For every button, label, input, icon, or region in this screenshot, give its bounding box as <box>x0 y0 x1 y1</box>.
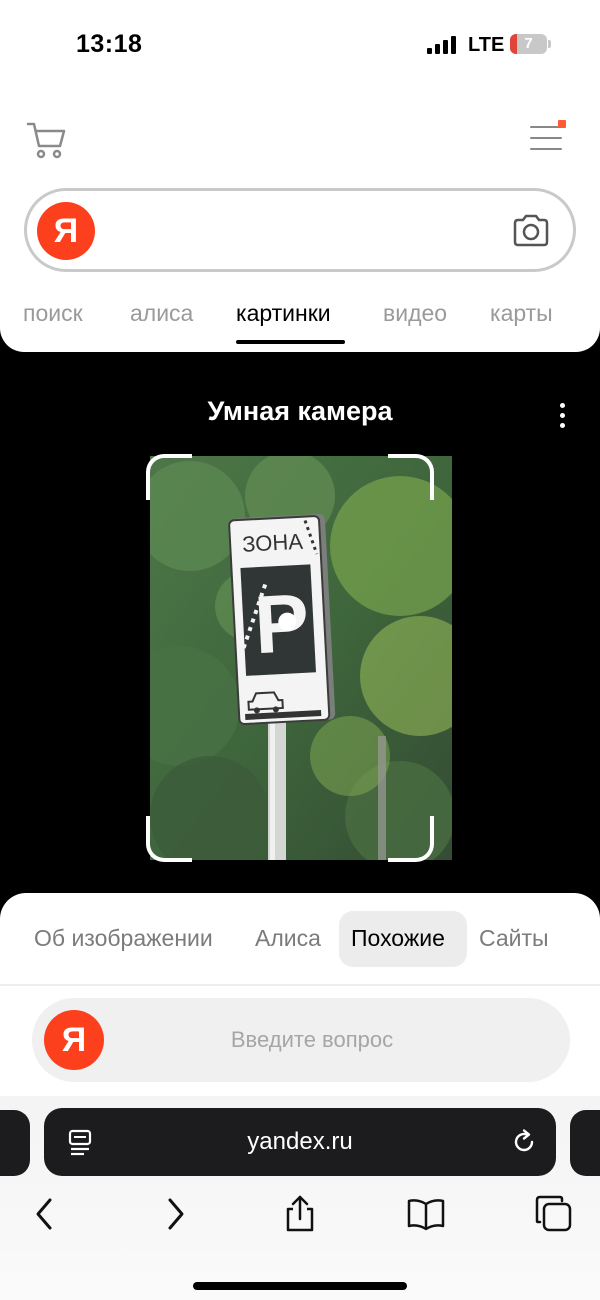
tab-maps[interactable]: карты <box>490 300 553 327</box>
page-title: Умная камера <box>207 396 393 426</box>
status-time: 13:18 <box>76 30 143 58</box>
battery-icon: 7 <box>510 34 551 54</box>
scan-frame-corner <box>388 816 434 862</box>
forward-icon[interactable] <box>154 1194 194 1234</box>
captured-photo[interactable]: ЗОНА P <box>150 456 452 860</box>
previous-tab-preview[interactable] <box>0 1110 30 1176</box>
search-bar[interactable]: Я <box>24 188 576 272</box>
network-type: LTE <box>468 34 505 56</box>
results-sheet: Об изображении Алиса Похожие Сайты Я <box>0 893 600 1123</box>
ask-bar[interactable]: Я <box>32 998 570 1082</box>
next-tab-preview[interactable] <box>570 1110 600 1176</box>
scan-frame-corner <box>146 454 192 500</box>
status-bar: 13:18 LTE 7 <box>0 0 600 90</box>
yandex-logo[interactable]: Я <box>37 202 95 260</box>
battery-level: 7 <box>524 35 533 52</box>
scan-frame-corner <box>146 816 192 862</box>
more-vertical-icon[interactable] <box>558 402 568 430</box>
tab-similar[interactable]: Похожие <box>351 925 445 952</box>
shopping-cart-icon[interactable] <box>26 120 68 160</box>
tab-about-image[interactable]: Об изображении <box>34 925 213 952</box>
search-tabs: поиск алиса картинки видео карты <box>0 294 600 344</box>
active-tab-indicator <box>236 340 345 344</box>
scan-frame-corner <box>388 454 434 500</box>
tab-search[interactable]: поиск <box>23 300 83 327</box>
reload-icon[interactable] <box>510 1128 538 1156</box>
home-indicator[interactable] <box>193 1282 407 1290</box>
share-icon[interactable] <box>280 1194 320 1234</box>
cellular-signal-icon <box>427 36 457 54</box>
browser-toolbar: yandex.ru <box>0 1096 600 1300</box>
bookmarks-icon[interactable] <box>406 1194 446 1234</box>
tabs-icon[interactable] <box>534 1194 574 1234</box>
url-text[interactable]: yandex.ru <box>44 1108 556 1176</box>
back-icon[interactable] <box>26 1194 66 1234</box>
notification-dot <box>558 120 566 128</box>
tab-sites[interactable]: Сайты <box>479 925 549 952</box>
tab-alice-results[interactable]: Алиса <box>255 925 321 952</box>
tab-video[interactable]: видео <box>383 300 447 327</box>
tab-alice[interactable]: алиса <box>130 300 193 327</box>
yandex-logo[interactable]: Я <box>44 1010 104 1070</box>
tab-images[interactable]: картинки <box>236 300 331 327</box>
camera-icon[interactable] <box>511 213 551 249</box>
address-bar[interactable]: yandex.ru <box>44 1108 556 1176</box>
question-input[interactable] <box>112 998 512 1082</box>
header: Я поиск алиса картинки видео карты <box>0 90 600 352</box>
hamburger-menu-icon[interactable] <box>530 120 566 152</box>
divider <box>0 984 600 986</box>
